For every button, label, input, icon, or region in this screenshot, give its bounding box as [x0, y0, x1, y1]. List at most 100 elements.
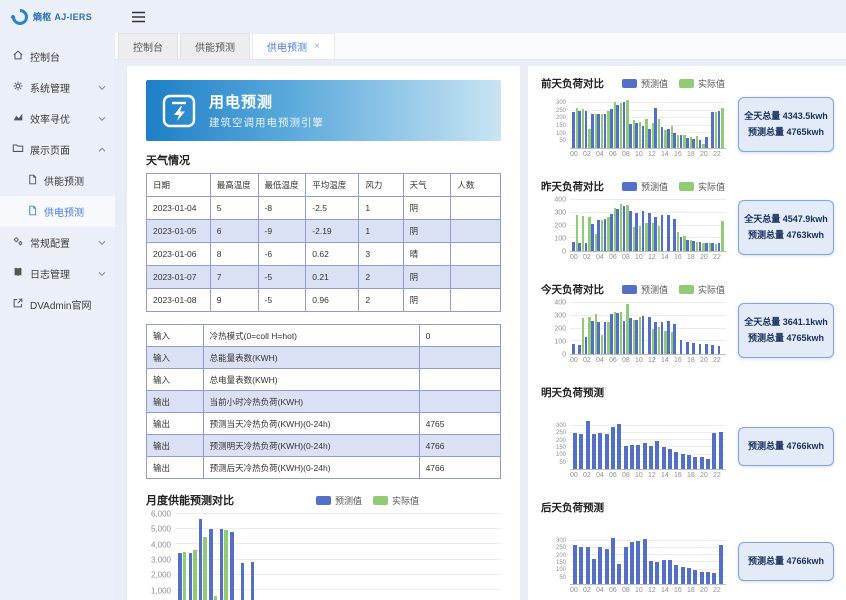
sidebar-item-dvadmin-site[interactable]: DVAdmin官网	[0, 289, 115, 320]
file-icon	[27, 205, 38, 219]
bar	[579, 434, 583, 469]
bar	[706, 572, 710, 584]
x-tick-label: 10	[635, 472, 648, 479]
table-cell: 输出	[147, 413, 204, 435]
bar	[635, 123, 638, 148]
table-cell: 预测后天冷热负荷(KWH)(0-24h)	[203, 457, 419, 479]
tab-energy-forecast[interactable]: 供能预测	[180, 33, 250, 59]
bar	[224, 530, 228, 600]
x-tick-label: 10	[635, 254, 648, 261]
table-cell: 阴	[403, 289, 451, 312]
x-tick-label: 16	[674, 254, 687, 261]
sidebar-item-energy-forecast[interactable]: 供能预测	[0, 165, 115, 196]
weather-table-header: 日期最高温度最低温度平均温度风力天气人数	[147, 174, 501, 197]
chart-legend: 预测值 实际值	[622, 283, 725, 296]
bar-group	[322, 514, 332, 600]
x-tick-label: 08	[622, 587, 635, 594]
bar	[629, 124, 632, 148]
table-cell: 2023-01-07	[147, 266, 211, 289]
bar	[178, 553, 182, 600]
tab-console[interactable]: 控制台	[118, 33, 178, 59]
external-link-icon	[12, 297, 24, 312]
summary-badge: 预测总量 4766kwh	[738, 542, 834, 581]
bar	[719, 545, 723, 584]
log-book-icon	[12, 266, 24, 281]
bar	[686, 138, 689, 149]
bar	[572, 112, 575, 148]
x-tick-label: 20	[700, 254, 713, 261]
sidebar-item-power-forecast[interactable]: 供电预测	[0, 196, 115, 227]
sidebar-item-efficiency[interactable]: 效率寻优	[0, 103, 115, 134]
monthly-chart-header: 月度供能预测对比 预测值 实际值	[146, 492, 501, 508]
sidebar-item-console[interactable]: 控制台	[0, 41, 115, 72]
table-cell: 7	[210, 266, 258, 289]
x-tick-label: 08	[622, 151, 635, 158]
summary-badge: 全天总量 3641.1kwh 预测总量 4765kwh	[738, 303, 834, 358]
table-cell: 2023-01-05	[147, 220, 211, 243]
bar	[597, 322, 600, 355]
bar	[605, 434, 609, 469]
y-tick-label: 150	[556, 445, 566, 451]
sidebar-item-display-pages[interactable]: 展示页面	[0, 134, 115, 165]
y-tick-label: 300	[556, 538, 566, 544]
bar-group	[187, 514, 197, 600]
bar	[687, 568, 691, 584]
y-tick-label: 100	[554, 236, 566, 243]
tab-power-forecast[interactable]: 供电预测 ×	[252, 33, 335, 59]
bar-group	[260, 514, 270, 600]
bar	[719, 432, 723, 469]
bar	[230, 532, 234, 600]
hourly-bar-chart: 0100200300400 000204060810121416182022	[541, 303, 726, 364]
bar	[712, 433, 716, 469]
bar	[668, 560, 672, 584]
table-cell: 1	[359, 220, 403, 243]
bar-group	[468, 514, 478, 600]
bar	[623, 321, 626, 354]
x-tick-label: 04	[596, 472, 609, 479]
y-tick-label: 1,000	[151, 586, 171, 595]
close-tab-icon[interactable]: ×	[314, 41, 320, 52]
sidebar-item-system-mgmt[interactable]: 系统管理	[0, 72, 115, 103]
bar	[655, 562, 659, 584]
x-tick-label: 18	[687, 254, 700, 261]
x-tick-label: 16	[674, 587, 687, 594]
y-tick-label: 100	[556, 567, 566, 573]
bar	[699, 344, 702, 354]
x-tick-label: 22	[713, 151, 726, 158]
legend-swatch-actual	[679, 285, 694, 294]
bar-group	[447, 514, 457, 600]
sidebar-item-log-mgmt[interactable]: 日志管理	[0, 258, 115, 289]
sidebar-item-general-config[interactable]: 常规配置	[0, 227, 115, 258]
summary-badge: 全天总量 4547.9kwh 预测总量 4763kwh	[738, 200, 834, 255]
table-cell: 1	[359, 197, 403, 220]
bar	[629, 318, 632, 354]
bar	[686, 240, 689, 251]
bar	[686, 342, 689, 354]
bar	[680, 237, 683, 251]
section-day-before-yesterday: 前天负荷对比 预测值 实际值 50100150200250300 0002040…	[541, 76, 834, 158]
table-cell	[451, 243, 501, 266]
table-cell: 9	[210, 289, 258, 312]
y-tick-label: 200	[554, 326, 566, 333]
bar-group	[718, 97, 724, 148]
table-row: 输出预测当天冷热负荷(KWH)(0-24h)4765	[147, 413, 501, 435]
x-tick-label: 18	[687, 587, 700, 594]
sidebar: 控制台 系统管理 效率寻优 展示页面 供能预测 供电预测 常规配置 日志管理 D…	[0, 33, 115, 600]
bar	[649, 446, 653, 469]
bar	[692, 139, 695, 148]
section-tomorrow: 明天负荷预测 50100150200250300 000204060810121…	[541, 385, 834, 479]
x-tick-label: 04	[596, 254, 609, 261]
bar	[189, 553, 193, 600]
bar	[585, 111, 588, 149]
table-cell: -5	[258, 289, 306, 312]
x-tick-label: 02	[583, 254, 596, 261]
main-area: 控制台 供能预测 供电预测 × 用电预测 建筑空调用电预测引擎	[115, 33, 846, 600]
bar	[572, 242, 575, 251]
table-cell: 冷热模式(0=coll H=hot)	[203, 325, 419, 347]
bar-group	[250, 514, 260, 600]
table-cell: 0.62	[306, 243, 359, 266]
hourly-bar-chart: 50100150200250300 0002040608101214161820…	[541, 97, 726, 158]
bar	[604, 322, 607, 354]
bar	[705, 344, 708, 354]
menu-toggle-icon[interactable]	[131, 11, 146, 23]
